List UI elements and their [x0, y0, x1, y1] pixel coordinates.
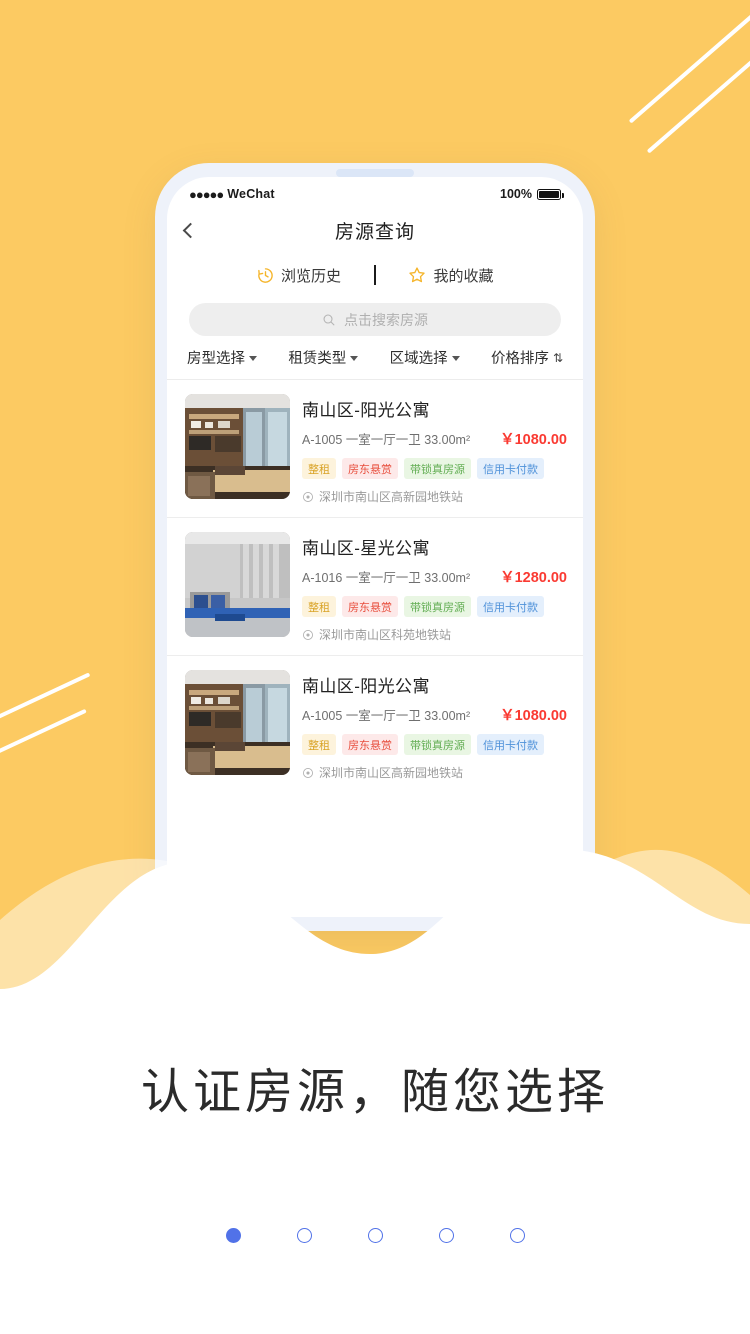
search-section: 点击搜索房源	[167, 295, 583, 336]
chevron-down-icon	[451, 356, 460, 361]
phone-speaker-notch	[336, 169, 414, 177]
battery-percent-label: 100%	[500, 187, 532, 201]
status-bar: ●●●●● WeChat 100%	[167, 177, 583, 207]
filter-lease-type[interactable]: 租赁类型	[288, 347, 359, 368]
browse-history-button[interactable]: 浏览历史	[224, 265, 374, 286]
listing-address-row: 深圳市南山区高新园地铁站	[302, 488, 567, 505]
listing-thumbnail	[185, 532, 290, 637]
listing-thumbnail	[185, 670, 290, 775]
listing-spec: A-1005 一室一厅一卫 33.00m²	[302, 709, 471, 723]
history-clock-icon	[258, 267, 273, 283]
listing-title: 南山区-阳光公寓	[302, 677, 430, 696]
listing-spec: A-1016 一室一厅一卫 33.00m²	[302, 571, 471, 585]
search-input[interactable]: 点击搜索房源	[189, 303, 561, 336]
carrier-label: WeChat	[227, 187, 275, 201]
chevron-down-icon	[249, 356, 257, 361]
listing-price: ￥1080.00	[500, 432, 567, 448]
list-item[interactable]: 南山区-阳光公寓 A-1005 一室一厅一卫 33.00m² ￥1080.00 …	[167, 380, 583, 518]
quick-links-row: 浏览历史 我的收藏	[167, 255, 583, 295]
status-badge: 整租	[302, 596, 336, 617]
listing-price: ￥1080.00	[500, 708, 567, 724]
status-badge: 信用卡付款	[477, 596, 544, 617]
filter-room-type[interactable]: 房型选择	[187, 347, 257, 368]
star-outline-icon	[409, 267, 426, 283]
listing-list: 南山区-阳光公寓 A-1005 一室一厅一卫 33.00m² ￥1080.00 …	[167, 380, 583, 793]
list-item[interactable]: 南山区-阳光公寓 A-1005 一室一厅一卫 33.00m² ￥1080.00 …	[167, 656, 583, 793]
listing-address-row: 深圳市南山区科苑地铁站	[302, 626, 567, 643]
page-headline: 认证房源，随您选择	[140, 1066, 609, 1119]
pagination-dot-3[interactable]	[367, 1228, 383, 1243]
listing-spec: A-1005 一室一厅一卫 33.00m²	[302, 433, 471, 447]
status-badge: 信用卡付款	[477, 734, 544, 755]
chevron-down-icon	[350, 356, 359, 361]
wave-front-layer	[0, 849, 750, 1034]
location-pin-icon	[303, 629, 313, 640]
listing-info: 南山区-阳光公寓 A-1005 一室一厅一卫 33.00m² ￥1080.00 …	[302, 670, 567, 781]
filter-price-sort[interactable]: 价格排序 ⇅	[491, 347, 563, 368]
pagination-dot-4[interactable]	[438, 1228, 454, 1243]
status-badge: 房东悬赏	[342, 734, 398, 755]
signal-dots-icon: ●●●●●	[189, 186, 224, 202]
my-favorites-button[interactable]: 我的收藏	[376, 265, 526, 286]
status-badge: 带锁真房源	[404, 458, 471, 479]
listing-info: 南山区-阳光公寓 A-1005 一室一厅一卫 33.00m² ￥1080.00 …	[302, 394, 567, 505]
status-badge: 整租	[302, 458, 336, 479]
listing-tags: 整租 房东悬赏 带锁真房源 信用卡付款	[302, 596, 567, 617]
listing-tags: 整租 房东悬赏 带锁真房源 信用卡付款	[302, 458, 567, 479]
status-badge: 房东悬赏	[342, 458, 398, 479]
battery-icon	[537, 188, 564, 200]
pagination-dot-1[interactable]	[225, 1228, 241, 1243]
listing-title: 南山区-阳光公寓	[302, 401, 430, 420]
status-badge: 房东悬赏	[342, 596, 398, 617]
pagination-dot-5[interactable]	[509, 1228, 525, 1243]
filter-lease-type-label: 租赁类型	[288, 351, 347, 367]
search-placeholder: 点击搜索房源	[344, 311, 428, 328]
sort-updown-icon: ⇅	[552, 350, 563, 365]
status-badge: 信用卡付款	[477, 458, 544, 479]
listing-address: 深圳市南山区高新园地铁站	[319, 490, 464, 504]
listing-thumbnail	[185, 394, 290, 499]
list-item[interactable]: 南山区-星光公寓 A-1016 一室一厅一卫 33.00m² ￥1280.00 …	[167, 518, 583, 656]
filter-area[interactable]: 区域选择	[390, 347, 460, 368]
filter-bar: 房型选择 租赁类型 区域选择 价格排序 ⇅	[167, 336, 583, 380]
status-badge: 带锁真房源	[404, 734, 471, 755]
listing-tags: 整租 房东悬赏 带锁真房源 信用卡付款	[302, 734, 567, 755]
listing-address-row: 深圳市南山区高新园地铁站	[302, 764, 567, 781]
filter-area-label: 区域选择	[389, 351, 448, 367]
listing-info: 南山区-星光公寓 A-1016 一室一厅一卫 33.00m² ￥1280.00 …	[302, 532, 567, 643]
location-pin-icon	[303, 767, 313, 778]
status-badge: 整租	[302, 734, 336, 755]
listing-price: ￥1280.00	[500, 570, 567, 586]
status-badge: 带锁真房源	[404, 596, 471, 617]
filter-room-type-label: 房型选择	[187, 351, 245, 367]
page-title: 房源查询	[334, 221, 415, 243]
listing-address: 深圳市南山区高新园地铁站	[319, 766, 464, 780]
my-favorites-label: 我的收藏	[433, 267, 494, 285]
location-pin-icon	[303, 491, 313, 502]
pagination-dots	[0, 1228, 750, 1243]
browse-history-label: 浏览历史	[280, 267, 341, 285]
listing-address: 深圳市南山区科苑地铁站	[319, 628, 452, 642]
search-icon	[323, 314, 335, 325]
listing-title: 南山区-星光公寓	[302, 539, 430, 558]
filter-price-sort-label: 价格排序	[490, 351, 549, 367]
pagination-dot-2[interactable]	[296, 1228, 312, 1243]
nav-bar: 房源查询	[167, 207, 583, 253]
